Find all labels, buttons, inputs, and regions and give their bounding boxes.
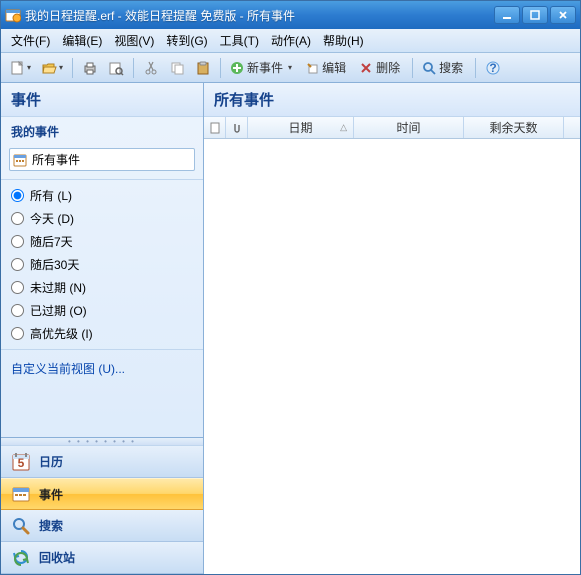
menu-view[interactable]: 视图(V) xyxy=(108,29,160,52)
edit-button[interactable]: 编辑 xyxy=(301,56,353,80)
radio-next30[interactable]: 随后30天 xyxy=(11,253,193,276)
menubar: 文件(F) 编辑(E) 视图(V) 转到(G) 工具(T) 动作(A) 帮助(H… xyxy=(1,29,580,53)
col-time[interactable]: 时间 xyxy=(354,117,464,138)
nav-grip[interactable]: • • • • • • • • xyxy=(1,438,203,446)
nav-search[interactable]: 搜索 xyxy=(1,510,203,542)
sort-asc-icon: △ xyxy=(340,122,347,133)
workspace: 事件 我的事件 所有事件 所有 (L) 今天 (D) 随后7天 随后30天 未过… xyxy=(1,83,580,574)
menu-action[interactable]: 动作(A) xyxy=(265,29,317,52)
menu-tool[interactable]: 工具(T) xyxy=(214,29,265,52)
radio-today-input[interactable] xyxy=(11,212,24,225)
menu-edit[interactable]: 编辑(E) xyxy=(56,29,108,52)
search-label: 搜索 xyxy=(439,59,463,76)
minimize-button[interactable] xyxy=(494,6,520,24)
tree-item-all-events[interactable]: 所有事件 xyxy=(9,148,195,171)
radio-today[interactable]: 今天 (D) xyxy=(11,207,193,230)
sidebar-spacer xyxy=(1,387,203,437)
toolbar-separator xyxy=(72,58,73,78)
search-button[interactable]: 搜索 xyxy=(418,56,470,80)
maximize-button[interactable] xyxy=(522,6,548,24)
attachment-icon xyxy=(231,122,243,134)
recycle-icon xyxy=(11,548,31,568)
sidebar-nav: • • • • • • • • 5 日历 事件 搜索 回收站 xyxy=(1,437,203,574)
delete-button[interactable]: 删除 xyxy=(355,56,407,80)
search-icon xyxy=(11,516,31,536)
toolbar-separator xyxy=(220,58,221,78)
radio-next7-input[interactable] xyxy=(11,235,24,248)
nav-calendar[interactable]: 5 日历 xyxy=(1,446,203,478)
calendar-icon: 5 xyxy=(11,452,31,472)
new-event-label: 新事件 xyxy=(247,59,283,76)
toolbar: ▾ ▾ 新事件▾ 编辑 删除 搜索 ? xyxy=(1,53,580,83)
nav-events[interactable]: 事件 xyxy=(1,478,203,510)
copy-button[interactable] xyxy=(165,56,189,80)
page-icon xyxy=(209,122,221,134)
menu-goto[interactable]: 转到(G) xyxy=(160,29,213,52)
sidebar: 事件 我的事件 所有事件 所有 (L) 今天 (D) 随后7天 随后30天 未过… xyxy=(1,83,204,574)
radio-next7[interactable]: 随后7天 xyxy=(11,230,193,253)
events-icon xyxy=(11,484,31,504)
radio-not-due-input[interactable] xyxy=(11,281,24,294)
new-doc-button[interactable]: ▾ xyxy=(5,56,35,80)
toolbar-separator xyxy=(412,58,413,78)
cut-button[interactable] xyxy=(139,56,163,80)
col-spacer xyxy=(564,117,580,138)
app-icon xyxy=(5,7,21,23)
main-panel: 所有事件 日期△ 时间 剩余天数 xyxy=(204,83,580,574)
new-event-button[interactable]: 新事件▾ xyxy=(226,56,299,80)
toolbar-separator xyxy=(475,58,476,78)
print-preview-button[interactable] xyxy=(104,56,128,80)
radio-not-due[interactable]: 未过期 (N) xyxy=(11,276,193,299)
paste-button[interactable] xyxy=(191,56,215,80)
menu-file[interactable]: 文件(F) xyxy=(5,29,56,52)
events-icon xyxy=(12,152,28,168)
grid-header: 日期△ 时间 剩余天数 xyxy=(204,117,580,139)
filter-radios: 所有 (L) 今天 (D) 随后7天 随后30天 未过期 (N) 已过期 (O)… xyxy=(1,179,203,349)
open-button[interactable]: ▾ xyxy=(37,56,67,80)
radio-overdue-input[interactable] xyxy=(11,304,24,317)
window-controls xyxy=(494,6,576,24)
radio-next30-input[interactable] xyxy=(11,258,24,271)
customize-view-link[interactable]: 自定义当前视图 (U)... xyxy=(1,349,203,387)
print-button[interactable] xyxy=(78,56,102,80)
nav-search-label: 搜索 xyxy=(39,517,63,534)
col-days-left[interactable]: 剩余天数 xyxy=(464,117,564,138)
col-icon[interactable] xyxy=(204,117,226,138)
svg-text:?: ? xyxy=(489,61,496,75)
titlebar: 我的日程提醒.erf - 效能日程提醒 免费版 - 所有事件 xyxy=(1,1,580,29)
sidebar-sub-header: 我的事件 xyxy=(1,117,203,146)
tree-item-label: 所有事件 xyxy=(32,151,80,168)
radio-high-priority-input[interactable] xyxy=(11,327,24,340)
delete-label: 删除 xyxy=(376,59,400,76)
edit-label: 编辑 xyxy=(322,59,346,76)
grid-body[interactable] xyxy=(204,139,580,574)
main-header: 所有事件 xyxy=(204,83,580,117)
svg-text:5: 5 xyxy=(18,456,25,470)
radio-high-priority[interactable]: 高优先级 (I) xyxy=(11,322,193,345)
window-title: 我的日程提醒.erf - 效能日程提醒 免费版 - 所有事件 xyxy=(25,7,494,24)
close-button[interactable] xyxy=(550,6,576,24)
toolbar-separator xyxy=(133,58,134,78)
col-date[interactable]: 日期△ xyxy=(248,117,354,138)
sidebar-tree: 所有事件 xyxy=(1,146,203,179)
help-button[interactable]: ? xyxy=(481,56,505,80)
col-attachment[interactable] xyxy=(226,117,248,138)
sidebar-header: 事件 xyxy=(1,83,203,117)
radio-all-input[interactable] xyxy=(11,189,24,202)
nav-recycle[interactable]: 回收站 xyxy=(1,542,203,574)
radio-all[interactable]: 所有 (L) xyxy=(11,184,193,207)
radio-overdue[interactable]: 已过期 (O) xyxy=(11,299,193,322)
nav-calendar-label: 日历 xyxy=(39,453,63,470)
menu-help[interactable]: 帮助(H) xyxy=(317,29,370,52)
nav-recycle-label: 回收站 xyxy=(39,549,75,566)
nav-events-label: 事件 xyxy=(39,486,63,503)
